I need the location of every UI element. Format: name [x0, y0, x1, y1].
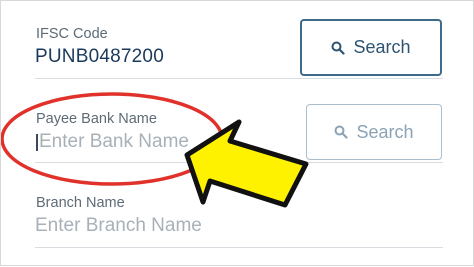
ifsc-search-label: Search: [353, 37, 411, 57]
text-cursor: [36, 134, 38, 151]
branch-input[interactable]: Enter Branch Name: [35, 215, 202, 237]
payee-bank-input[interactable]: Enter Bank Name: [39, 131, 189, 153]
branch-underline: [35, 247, 443, 248]
branch-label: Branch Name: [36, 195, 125, 211]
ifsc-label: IFSC Code: [36, 26, 108, 42]
payee-bank-search-button[interactable]: Search: [306, 104, 442, 160]
ifsc-underline: [35, 78, 443, 79]
search-icon: [331, 41, 346, 55]
search-icon: [334, 125, 349, 139]
yellow-arrow-icon: [184, 119, 309, 208]
payee-bank-label: Payee Bank Name: [36, 111, 157, 127]
ifsc-value[interactable]: PUNB0487200: [35, 46, 164, 68]
ifsc-search-button[interactable]: Search: [300, 19, 442, 76]
payee-bank-underline: [35, 162, 443, 163]
payee-bank-search-label: Search: [356, 121, 414, 142]
